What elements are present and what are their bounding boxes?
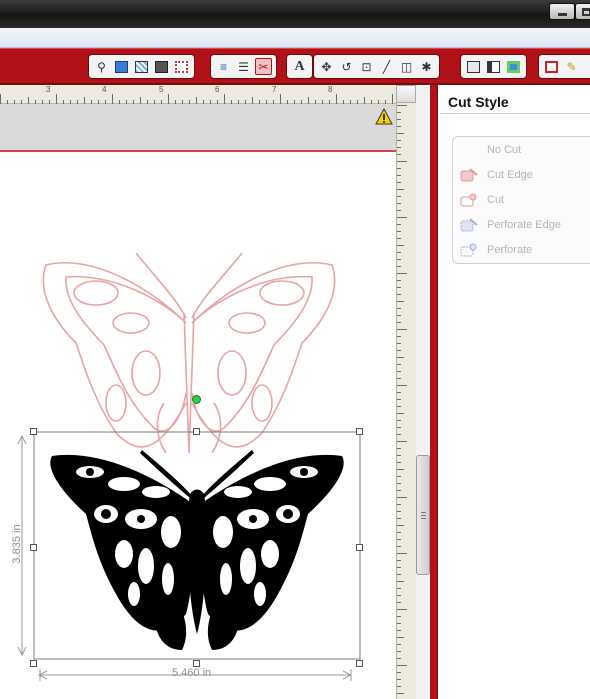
- design-canvas[interactable]: 3.835 in 5.460 in: [0, 152, 396, 699]
- cut-scissors-icon[interactable]: ✂: [255, 58, 272, 75]
- pattern-icon[interactable]: [133, 58, 150, 75]
- perforate-edge-icon: [460, 218, 478, 232]
- outline-tool-group: ✎: [538, 54, 590, 79]
- cut-style-label: Cut: [487, 194, 505, 206]
- square-blue-icon[interactable]: [113, 58, 130, 75]
- line-tool-group: ≡ ☰ ✂: [210, 54, 277, 79]
- height-dimension-label: 3.835 in: [11, 524, 23, 564]
- layer-tool-group: [460, 54, 527, 79]
- panel-splitter[interactable]: [430, 85, 438, 699]
- menu-strip: [0, 28, 590, 48]
- resize-handle-bottom-right[interactable]: [356, 660, 363, 667]
- panel-divider: [440, 113, 590, 114]
- ruler-number: 5: [159, 85, 164, 94]
- resize-handle-left[interactable]: [30, 544, 37, 551]
- shadow-icon[interactable]: [465, 58, 482, 75]
- group-icon[interactable]: [505, 58, 522, 75]
- resize-handle-bottom[interactable]: [193, 660, 200, 667]
- maximize-button[interactable]: [575, 3, 590, 20]
- skew-icon[interactable]: ╱: [378, 58, 395, 75]
- ruler-number: 7: [272, 85, 277, 94]
- canvas-margin-area: [0, 104, 396, 150]
- ruler-ticks: [0, 94, 393, 104]
- ruler-number: 3: [46, 85, 51, 94]
- ruler-number: 4: [102, 85, 107, 94]
- ruler-corner-button[interactable]: [396, 85, 416, 103]
- cut-style-list: No Cut Cut Edge Cut Perforate Edge Perfo…: [452, 136, 590, 264]
- scale-icon[interactable]: ⊡: [358, 58, 375, 75]
- cut-icon: [460, 193, 477, 207]
- vertical-ruler-ticks: [397, 105, 407, 694]
- resize-handle-top[interactable]: [193, 428, 200, 435]
- rotate-icon[interactable]: ↺: [338, 58, 355, 75]
- move-icon[interactable]: ✥: [318, 58, 335, 75]
- cut-style-label: Perforate: [487, 244, 533, 256]
- resize-handle-bottom-left[interactable]: [30, 660, 37, 667]
- vertical-scrollbar-track[interactable]: [416, 85, 430, 699]
- text-tool-group: A: [286, 54, 313, 79]
- weld-icon[interactable]: ✱: [418, 58, 435, 75]
- cut-style-label: Cut Edge: [487, 169, 533, 181]
- minimize-button[interactable]: [549, 3, 575, 20]
- pencil-icon[interactable]: ✎: [563, 58, 580, 75]
- fill-tool-group: ⚲: [88, 54, 195, 79]
- layer-icon[interactable]: [485, 58, 502, 75]
- vertical-scrollbar-thumb[interactable]: [416, 455, 430, 575]
- panel-title: Cut Style: [448, 94, 509, 110]
- selected-butterfly-image[interactable]: [46, 444, 348, 656]
- maximize-icon: [582, 8, 590, 16]
- rotation-handle[interactable]: [192, 395, 201, 404]
- minimize-icon: [558, 13, 567, 16]
- cut-edge-icon: [460, 168, 478, 182]
- ruler-number: 6: [215, 85, 220, 94]
- frame-icon[interactable]: [173, 58, 190, 75]
- resize-handle-top-right[interactable]: [356, 428, 363, 435]
- warning-icon[interactable]: [375, 107, 393, 126]
- width-dimension-label: 5.460 in: [172, 667, 212, 679]
- cut-style-label: Perforate Edge: [487, 219, 561, 231]
- flip-icon[interactable]: ◫: [398, 58, 415, 75]
- texture-icon[interactable]: [153, 58, 170, 75]
- perforate-icon: [460, 243, 477, 257]
- transform-tool-group: ✥ ↺ ⊡ ╱ ◫ ✱: [313, 54, 440, 79]
- fill-icon[interactable]: ⚲: [93, 58, 110, 75]
- text-icon[interactable]: A: [291, 58, 308, 75]
- ruler-number: 8: [328, 85, 333, 94]
- cut-style-label: No Cut: [487, 144, 522, 156]
- horizontal-ruler: 3 4 5 6 7 8: [0, 85, 396, 104]
- resize-handle-right[interactable]: [356, 544, 363, 551]
- main-toolbar: ⚲ ≡ ☰ ✂ A ✥ ↺ ⊡ ╱ ◫ ✱ ✎: [0, 48, 590, 85]
- no-cut-icon: [459, 142, 479, 158]
- align-icon[interactable]: ☰: [235, 58, 252, 75]
- line-style-icon[interactable]: ≡: [215, 58, 232, 75]
- outline-icon[interactable]: [543, 58, 560, 75]
- resize-handle-top-left[interactable]: [30, 428, 37, 435]
- window-titlebar: [0, 0, 590, 28]
- vertical-ruler: [396, 85, 416, 699]
